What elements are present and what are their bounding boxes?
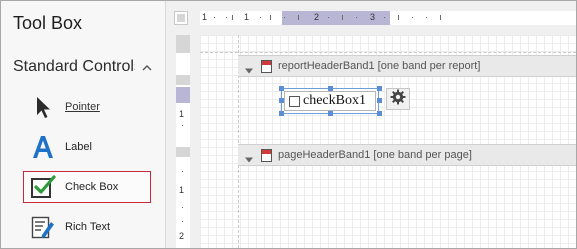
band-icon [261, 148, 272, 162]
ruler-tick [342, 15, 343, 20]
vertical-ruler[interactable]: 1 1 2 [176, 35, 190, 248]
resize-handle[interactable] [377, 111, 382, 116]
resize-handle[interactable] [377, 98, 382, 103]
tool-label-check-box: Check Box [65, 181, 119, 193]
tool-check-box[interactable]: Check Box [23, 171, 151, 203]
horizontal-ruler[interactable]: 1 1 2 3 [200, 11, 576, 25]
tool-label-label: Label [65, 141, 92, 153]
pointer-icon [30, 94, 56, 120]
ruler-corner [174, 11, 188, 25]
top-margin-guide [200, 52, 576, 53]
ruler-band-segment [176, 147, 190, 157]
ruler-tick [440, 15, 441, 20]
chevron-up-icon[interactable] [141, 61, 153, 73]
ruler-selection-range [176, 87, 190, 103]
resize-handle[interactable] [377, 86, 382, 91]
checkbox-icon [30, 174, 56, 200]
band-label: reportHeaderBand1 [one band per report] [278, 60, 481, 72]
ruler-number: 2 [179, 231, 185, 241]
ruler-margin-segment [176, 35, 190, 53]
checkbox-control-content: checkBox1 [284, 91, 376, 111]
standard-controls-group-header[interactable]: Standard Controls [13, 55, 163, 79]
smart-tag-button[interactable] [386, 88, 410, 110]
ruler-dot [284, 17, 285, 18]
ruler-dot [260, 17, 261, 18]
tool-label-pointer: Pointer [65, 101, 100, 113]
ruler-dot [182, 207, 183, 208]
ruler-dot [426, 17, 427, 18]
report-page[interactable]: reportHeaderBand1 [one band per report] … [200, 35, 576, 248]
collapse-arrow-icon[interactable] [245, 62, 253, 74]
toolbox-title: Tool Box [13, 13, 83, 33]
ruler-tick [298, 15, 299, 20]
ruler-dot [182, 125, 183, 126]
tool-label[interactable]: Label [23, 131, 151, 163]
ruler-tick [232, 15, 233, 20]
tool-rich-text[interactable]: Rich Text [23, 211, 151, 243]
toolbox-panel: Tool Box Standard Controls Pointer Label [1, 1, 166, 248]
ruler-dot [356, 17, 357, 18]
ruler-number: 1 [179, 109, 185, 119]
report-designer-window: Tool Box Standard Controls Pointer Label [0, 0, 577, 249]
band-label: pageHeaderBand1 [one band per page] [278, 149, 472, 161]
ruler-number: 1 [179, 185, 185, 195]
ruler-number: 1 [244, 12, 250, 22]
resize-handle[interactable] [279, 111, 284, 116]
ruler-number: 3 [370, 12, 376, 22]
ruler-dot [412, 17, 413, 18]
checkbox-square-icon [289, 95, 300, 107]
tool-label-rich-text: Rich Text [65, 221, 111, 233]
ruler-dot [226, 17, 227, 18]
checkbox-control-text: checkBox1 [303, 93, 366, 108]
ruler-dot [328, 17, 329, 18]
gear-icon [390, 89, 406, 110]
design-surface: 1 1 2 3 1 1 2 reportHeaderBand1 [one ban… [166, 1, 576, 248]
ruler-tick [270, 15, 271, 20]
ruler-dot [384, 17, 385, 18]
collapse-arrow-icon[interactable] [245, 151, 253, 163]
resize-handle[interactable] [328, 111, 333, 116]
resize-handle[interactable] [279, 86, 284, 91]
rich-text-icon [30, 214, 56, 240]
label-icon [30, 134, 56, 160]
ruler-tick [398, 15, 399, 20]
ruler-dot [214, 17, 215, 18]
report-header-band[interactable]: reportHeaderBand1 [one band per report] [238, 55, 576, 77]
tool-pointer[interactable]: Pointer [23, 91, 151, 123]
resize-handle[interactable] [328, 86, 333, 91]
ruler-number: 2 [314, 12, 320, 22]
ruler-number: 1 [202, 12, 208, 22]
page-header-band[interactable]: pageHeaderBand1 [one band per page] [238, 144, 576, 166]
ruler-dot [182, 171, 183, 172]
band-icon [261, 59, 272, 73]
ruler-dot [182, 221, 183, 222]
group-label: Standard Controls [13, 58, 135, 75]
resize-handle[interactable] [279, 98, 284, 103]
ruler-band-segment [176, 75, 190, 85]
